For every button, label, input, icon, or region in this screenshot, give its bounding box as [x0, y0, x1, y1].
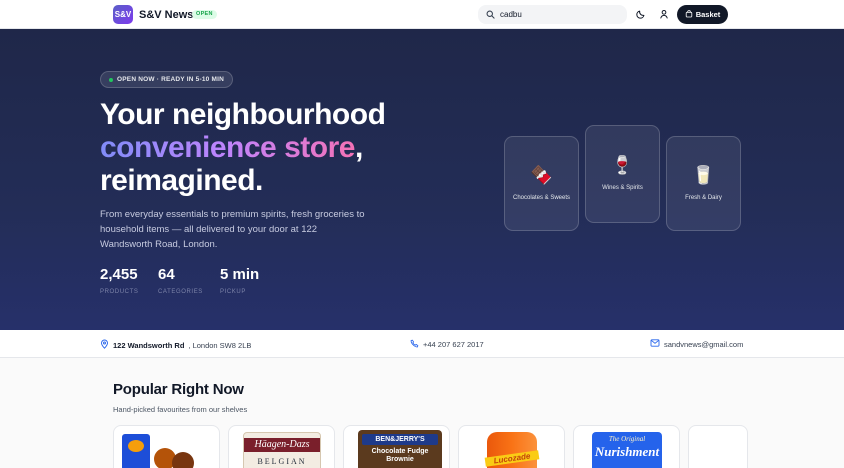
top-nav-bar: S&V S&V News OPEN Basket: [0, 0, 844, 29]
hero-description: From everyday essentials to premium spir…: [100, 209, 365, 250]
store-status-pill: OPEN NOW · READY IN 5-10 MIN: [100, 71, 233, 88]
product-brand-label: Häagen-Dazs: [244, 438, 320, 452]
product-card[interactable]: Lucozade: [458, 425, 565, 468]
headline-comma: ,: [354, 131, 363, 164]
stat-categories: 64 CATEGORIES: [158, 266, 202, 295]
product-variant-label: Chocolate Fudge Brownie: [371, 448, 429, 463]
basket-icon: [685, 9, 693, 20]
section-title: Popular Right Now: [113, 381, 244, 398]
user-account-icon[interactable]: [658, 8, 670, 20]
address-city: , London SW8 2LB: [188, 340, 252, 350]
search-box[interactable]: [478, 5, 627, 24]
brand-name[interactable]: S&V News: [139, 9, 193, 21]
product-brand-label: The Original: [608, 435, 646, 443]
location-pin-icon: [100, 339, 109, 351]
logo-badge[interactable]: S&V: [113, 5, 133, 24]
search-input[interactable]: [500, 10, 620, 19]
stat-value: 64: [158, 266, 175, 283]
contact-bar: 122 Wandsworth Rd, London SW8 2LB +44 20…: [0, 330, 844, 358]
headline-line-3: reimagined.: [100, 164, 263, 197]
product-image: [172, 452, 194, 468]
basket-button[interactable]: Basket: [677, 5, 728, 24]
product-card[interactable]: Häagen-Dazs BELGIAN: [228, 425, 335, 468]
category-label: Fresh & Dairy: [685, 194, 722, 201]
category-card-dairy[interactable]: 🥛 Fresh & Dairy: [666, 136, 741, 231]
stat-products: 2,455 PRODUCTS: [100, 266, 140, 295]
category-label: Wines & Spirits: [602, 185, 643, 191]
hero-stats: 2,455 PRODUCTS 64 CATEGORIES 5 min PICKU…: [100, 266, 277, 295]
email-address: sandvnews@gmail.com: [664, 339, 744, 349]
address-street: 122 Wandsworth Rd: [113, 340, 185, 350]
product-brand-label: Lucozade: [484, 450, 540, 467]
store-status-text: OPEN NOW · READY IN 5-10 MIN: [117, 76, 224, 83]
section-subtitle: Hand-picked favourites from our shelves: [113, 405, 248, 414]
address-link[interactable]: 122 Wandsworth Rd, London SW8 2LB: [100, 339, 251, 351]
phone-link[interactable]: +44 207 627 2017: [410, 339, 484, 350]
stat-label: PRODUCTS: [100, 289, 139, 295]
hero-section: OPEN NOW · READY IN 5-10 MIN Your neighb…: [0, 29, 844, 330]
product-card[interactable]: [688, 425, 748, 468]
email-link[interactable]: sandvnews@gmail.com: [650, 339, 743, 349]
category-card-chocolates[interactable]: 🍫 Chocolates & Sweets: [504, 136, 579, 231]
headline-gradient-text: convenience store: [100, 131, 355, 164]
stat-value: 2,455: [100, 266, 138, 283]
product-variant-label: Nurishment: [594, 444, 660, 459]
product-card[interactable]: BEN&JERRY'S Chocolate Fudge Brownie: [343, 425, 450, 468]
product-card[interactable]: The Original Nurishment: [573, 425, 680, 468]
stat-pickup: 5 min PICKUP: [220, 266, 259, 295]
product-image: BEN&JERRY'S Chocolate Fudge Brownie: [358, 430, 442, 468]
status-dot-icon: [109, 77, 113, 82]
basket-label: Basket: [695, 10, 721, 19]
category-label: Chocolates & Sweets: [512, 194, 571, 201]
hero-headline: Your neighbourhood convenience store, re…: [100, 98, 386, 197]
stat-label: PICKUP: [220, 289, 246, 295]
product-card[interactable]: [113, 425, 220, 468]
product-variant-label: BELGIAN: [257, 457, 307, 466]
stat-label: CATEGORIES: [158, 289, 203, 295]
search-icon: [486, 10, 496, 20]
milk-glass-icon: 🥛: [692, 164, 715, 186]
stat-value: 5 min: [220, 266, 260, 283]
phone-icon: [410, 339, 419, 350]
chocolate-bar-icon: 🍫: [530, 164, 553, 186]
category-card-wines[interactable]: 🍷 Wines & Spirits: [585, 125, 660, 223]
popular-section: Popular Right Now Hand-picked favourites…: [0, 358, 844, 468]
product-image: [128, 440, 144, 452]
product-image: The Original Nurishment: [592, 432, 662, 468]
product-image: Lucozade: [484, 432, 540, 468]
product-brand-label: BEN&JERRY'S: [362, 434, 438, 445]
mail-icon: [650, 339, 660, 349]
product-image: Häagen-Dazs BELGIAN: [243, 432, 321, 468]
dark-mode-toggle-icon[interactable]: [635, 8, 647, 20]
phone-number: +44 207 627 2017: [423, 340, 484, 349]
headline-line-1: Your neighbourhood: [100, 98, 386, 131]
open-status-badge: OPEN: [192, 10, 217, 19]
wine-glass-icon: 🍷: [611, 155, 634, 176]
